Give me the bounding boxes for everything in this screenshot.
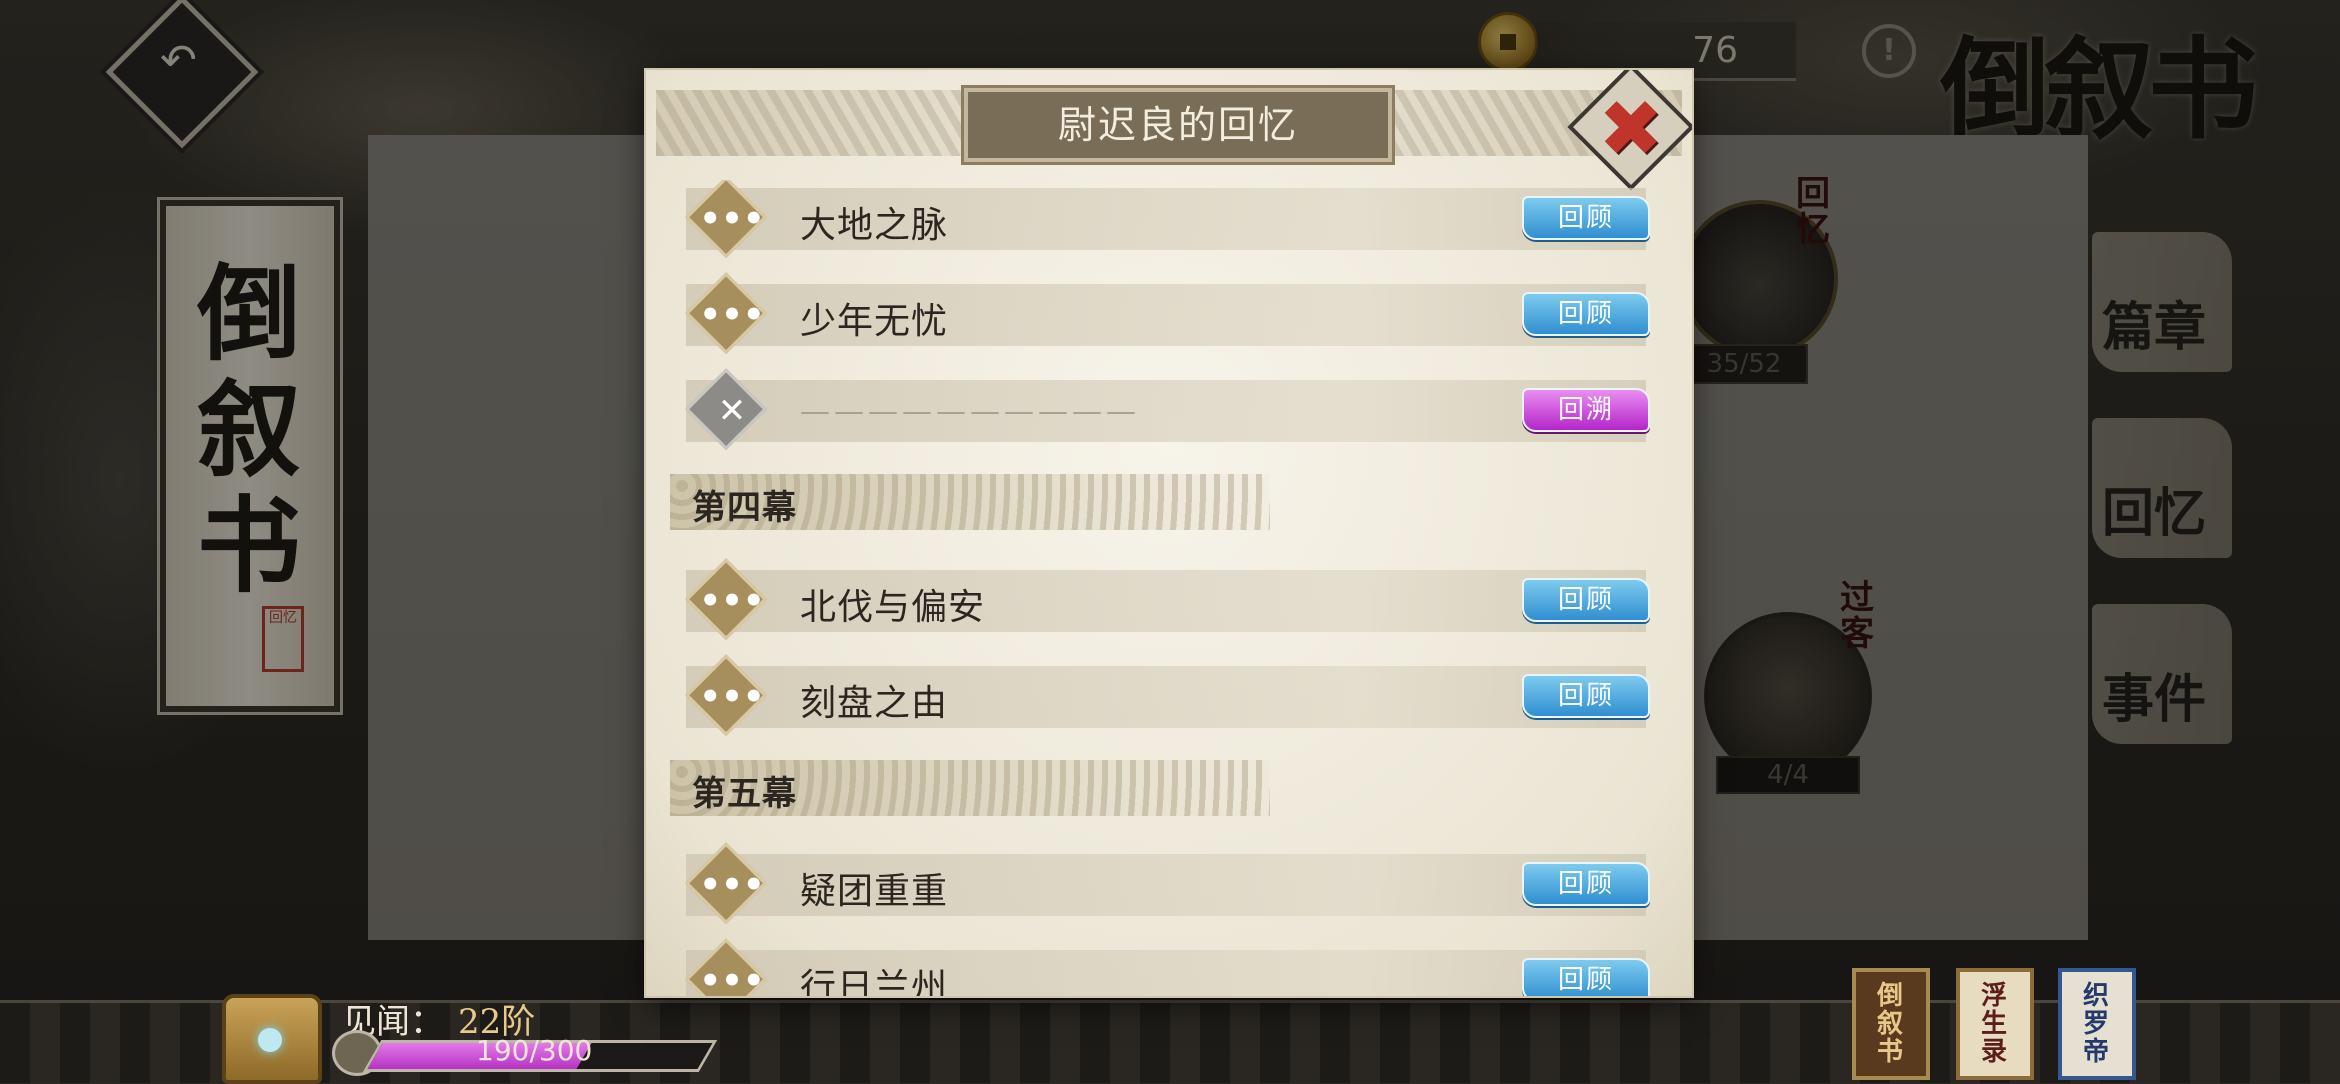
- memory-row: ••• 北伐与偏安 回顾: [685, 558, 1650, 641]
- memory-row: ••• 行日兰州 回顾: [685, 938, 1650, 996]
- treasure-chest-icon[interactable]: [222, 994, 322, 1084]
- memory-row: ••• 疑团重重 回顾: [685, 842, 1650, 925]
- memory-title: 少年无忧: [800, 301, 949, 342]
- act-section-label: 第四幕: [692, 488, 797, 528]
- memory-title: 疑团重重: [800, 871, 949, 912]
- dots-icon: •••: [699, 295, 765, 335]
- book-button-label: 倒叙书: [1876, 981, 1903, 1067]
- memory-row: ••• 刻盘之由 回顾: [685, 654, 1650, 737]
- memory-title: 行日兰州: [800, 967, 949, 996]
- book-button-zhiluo[interactable]: 织罗帝: [2058, 968, 2136, 1080]
- act-section-header: 第四幕: [670, 474, 1270, 530]
- dots-icon: •••: [699, 199, 765, 239]
- dots-icon: •••: [699, 581, 765, 621]
- exp-progress-text: 190/300: [476, 1034, 593, 1067]
- review-button[interactable]: 回顾: [1522, 674, 1650, 718]
- close-icon: ✖: [1598, 84, 1664, 175]
- book-button-fusheng[interactable]: 浮生录: [1956, 968, 2034, 1080]
- memory-title: 北伐与偏安: [800, 587, 986, 628]
- memory-row: ••• 少年无忧 回顾: [685, 272, 1650, 355]
- dots-icon: •••: [699, 677, 765, 717]
- close-button[interactable]: ✖: [1567, 70, 1692, 191]
- review-button[interactable]: 回顾: [1522, 862, 1650, 906]
- dialog-title: 尉迟良的回忆: [961, 85, 1395, 165]
- cross-icon: ✕: [717, 391, 747, 431]
- act-section-label: 第五幕: [692, 774, 797, 814]
- memory-dialog: 尉迟良的回忆 ✖ ••• 大地之脉 回顾 ••• 少年无忧 回顾 ✕ —————————— 回溯…: [646, 70, 1692, 996]
- review-button[interactable]: 回顾: [1522, 292, 1650, 336]
- dots-icon: •••: [699, 865, 765, 905]
- memory-title: ——————————: [800, 394, 1140, 429]
- memory-row: ✕ —————————— 回溯: [685, 368, 1650, 451]
- review-button[interactable]: 回顾: [1522, 578, 1650, 622]
- retrace-button[interactable]: 回溯: [1522, 388, 1650, 432]
- memory-title: 刻盘之由: [800, 683, 949, 724]
- book-button-daoxu[interactable]: 倒叙书: [1852, 968, 1930, 1080]
- review-button[interactable]: 回顾: [1522, 958, 1650, 996]
- book-button-label: 浮生录: [1980, 981, 2007, 1067]
- act-section-header: 第五幕: [670, 760, 1270, 816]
- memory-row: ••• 大地之脉 回顾: [685, 180, 1650, 259]
- review-button[interactable]: 回顾: [1522, 196, 1650, 240]
- memory-list[interactable]: ••• 大地之脉 回顾 ••• 少年无忧 回顾 ✕ —————————— 回溯 第四幕 ••• 北伐与…: [646, 180, 1692, 996]
- memory-title: 大地之脉: [800, 205, 949, 246]
- book-button-label: 织罗帝: [2082, 981, 2109, 1067]
- dots-icon: •••: [699, 961, 765, 996]
